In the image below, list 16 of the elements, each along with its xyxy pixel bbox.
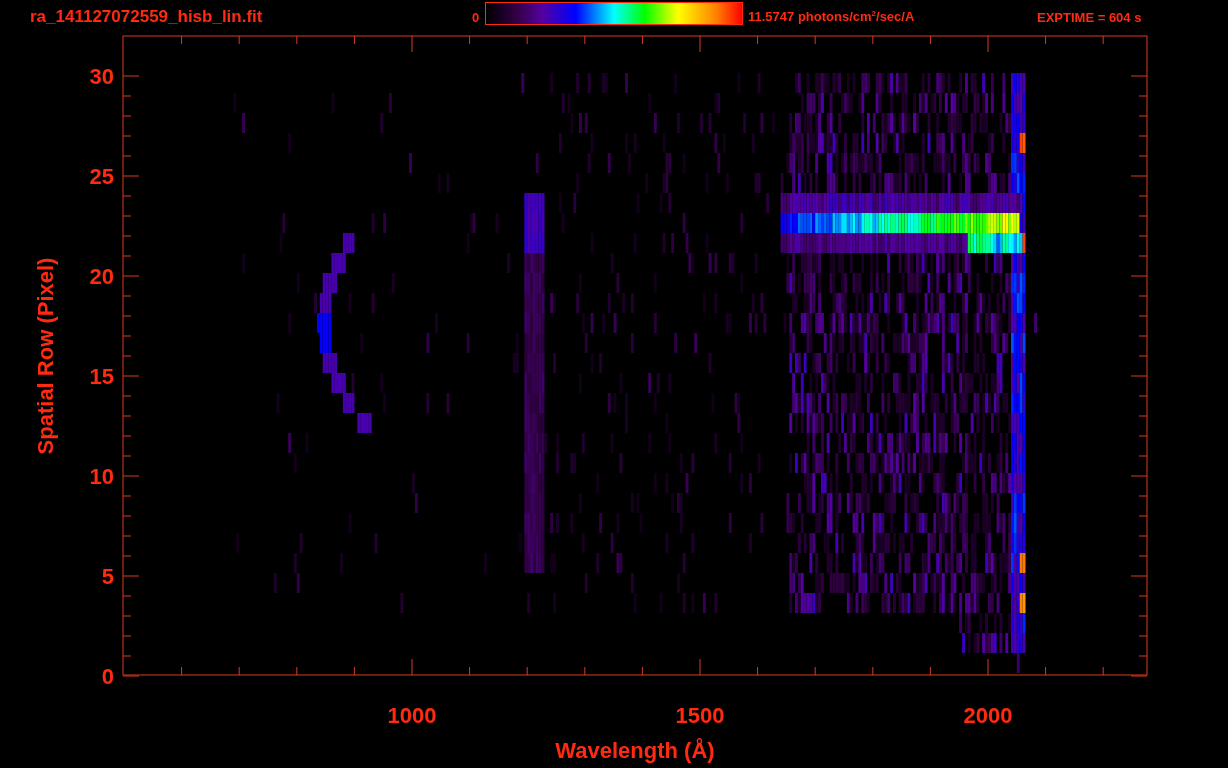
y-tick-label: 5 [101, 564, 114, 589]
x-tick-label: 1500 [675, 703, 725, 728]
file-title: ra_141127072559_hisb_lin.fit [30, 7, 264, 27]
y-tick-label: 15 [89, 364, 114, 389]
x-tick-label: 1000 [387, 703, 437, 728]
y-axis-title: Spatial Row (Pixel) [33, 257, 58, 455]
y-tick-label: 30 [89, 64, 114, 89]
y-tick-label: 10 [89, 464, 114, 489]
y-tick-label: 25 [89, 164, 114, 189]
colorbar-min-label: 0 [472, 9, 481, 25]
y-tick-label: 20 [89, 264, 114, 289]
colorbar-max-label: 11.5747 photons/cm$^{2}$/sec/A [748, 9, 916, 25]
exposure-time: EXPTIME = 604 s [1037, 9, 1142, 25]
x-axis-title: Wavelength (Å) [555, 738, 715, 763]
y-tick-label: 0 [101, 664, 114, 689]
x-tick-label: 2000 [963, 703, 1013, 728]
